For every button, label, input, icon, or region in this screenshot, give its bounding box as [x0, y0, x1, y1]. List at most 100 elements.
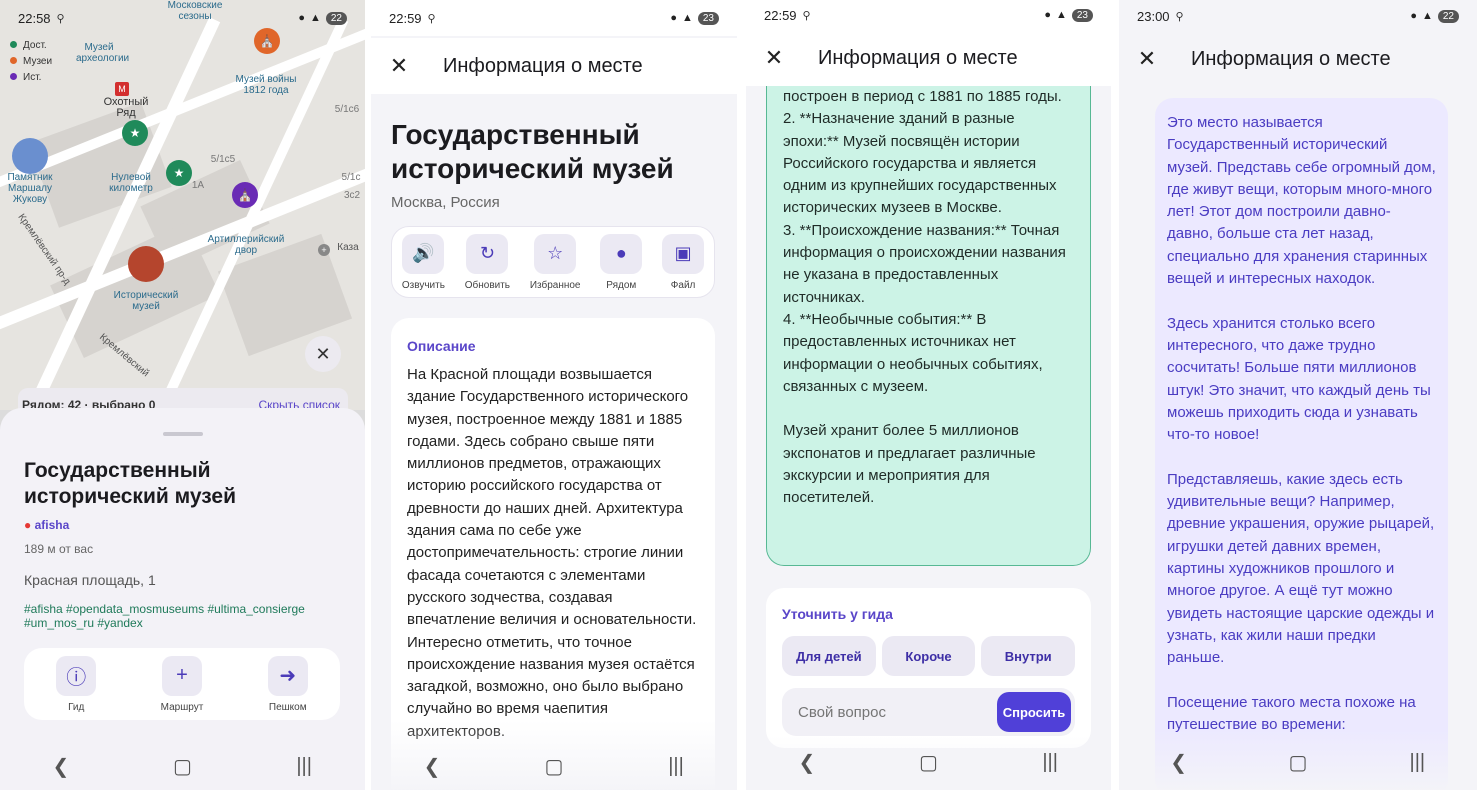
kids-answer-text: Это место называется Государственный ист…: [1167, 114, 1436, 734]
favorite-button[interactable]: ☆ Избранное: [529, 233, 581, 291]
question-input[interactable]: [798, 703, 997, 721]
refresh-button[interactable]: ↻ Обновить: [464, 233, 511, 291]
battery-level: 23: [1071, 8, 1093, 22]
search-icon: ⚲: [1175, 10, 1184, 23]
monument-photo-pin[interactable]: [12, 138, 48, 174]
status-bar: 23:00 ⚲ ● ▲ 22: [1119, 0, 1477, 32]
route-button[interactable]: + Маршрут: [160, 655, 204, 713]
home-icon[interactable]: ▢: [162, 754, 202, 779]
place-actions: ⓘ Гид + Маршрут ➜ Пешком: [24, 648, 340, 720]
inside-chip[interactable]: Внутри: [981, 636, 1076, 676]
guide-answer-screen: построен в период с 1881 по 1885 годы. 2…: [746, 0, 1111, 790]
shorter-chip[interactable]: Короче: [881, 636, 976, 676]
place-info-screen: 22:59 ⚲ ● ▲ 23 ✕ Информация о месте Госуда…: [371, 0, 737, 790]
back-icon[interactable]: ❮: [412, 754, 452, 779]
app-bar: ✕ Информация о месте: [371, 38, 737, 94]
status-time: 22:58: [18, 10, 51, 26]
status-icons: ● ▲ 23: [670, 11, 719, 25]
nearby-label: Рядом: [606, 279, 637, 291]
status-bar: 22:59 ⚲ ● ▲ 23: [371, 0, 737, 36]
walk-label: Пешком: [268, 701, 307, 713]
nearby-bar: Рядом: 42 · выбрано 0 Скрыть список: [18, 388, 348, 410]
status-icons: ● ▲ 23: [1044, 8, 1093, 22]
map-label-artillery-yard: Артиллерийский двор: [207, 234, 285, 256]
walk-button[interactable]: ➜ Пешком: [267, 655, 308, 713]
recents-icon[interactable]: |||: [656, 755, 696, 778]
home-icon[interactable]: ▢: [534, 754, 574, 779]
app-bar-title: Информация о месте: [443, 54, 643, 77]
favorite-label: Избранное: [529, 279, 581, 291]
status-time: 22:59: [389, 10, 422, 26]
landmark-pin-icon[interactable]: ★: [122, 120, 148, 146]
close-icon[interactable]: ✕: [371, 53, 427, 79]
nearby-button[interactable]: ● Рядом: [600, 233, 643, 291]
map-label-kaz: Каза: [337, 242, 359, 253]
back-icon[interactable]: ❮: [41, 754, 81, 779]
app-bar-title: Информация о месте: [818, 46, 1018, 69]
drag-handle[interactable]: [162, 432, 203, 436]
kids-answer-card: Это место называется Государственный ист…: [1155, 98, 1448, 790]
guide-button[interactable]: ⓘ Гид: [56, 655, 97, 713]
app-bar-title: Информация о месте: [1191, 47, 1391, 70]
info-icon: ⓘ: [56, 655, 97, 696]
recents-icon[interactable]: |||: [1030, 751, 1070, 774]
close-icon[interactable]: ✕: [305, 336, 341, 372]
system-nav-bar: ❮ ▢ |||: [1119, 738, 1477, 786]
legend-item: Ист.: [23, 72, 42, 83]
system-nav-bar: ❮ ▢ |||: [0, 742, 365, 790]
map-label-house-5: 3с2: [343, 190, 361, 201]
place-actions: 🔊 Озвучить ↻ Обновить ☆ Избранное ● Рядом ▣ Ф…: [391, 226, 715, 298]
ask-button[interactable]: Спросить: [997, 692, 1071, 732]
answer-card: построен в период с 1881 по 1885 годы. 2…: [766, 84, 1091, 566]
question-row: Спросить: [782, 688, 1075, 736]
map-label-okhotny-ryad: Охотный Ряд: [103, 96, 149, 119]
for-kids-chip[interactable]: Для детей: [782, 636, 876, 676]
place-title: Государственный исторический музей: [391, 119, 674, 184]
place-bottom-sheet: Государственный исторический музей ● afi…: [0, 408, 365, 748]
place-title: Государственный исторический музей: [24, 459, 237, 508]
search-icon: ⚲: [427, 12, 436, 25]
status-bar: 22:59 ⚲ ● ▲ 23: [746, 0, 1111, 30]
map-view[interactable]: Московские сезоны Музей археологии Охотн…: [0, 0, 365, 410]
status-time: 22:59: [764, 7, 797, 23]
speak-button[interactable]: 🔊 Озвучить: [402, 233, 445, 291]
file-label: Файл: [670, 279, 696, 291]
back-icon[interactable]: ❮: [787, 750, 827, 775]
ask-guide-card: Уточнить у гида Для детей Короче Внутри …: [766, 588, 1091, 748]
status-icons: ● ▲ 22: [298, 11, 347, 25]
search-icon: ⚲: [802, 9, 811, 22]
map-label-house-2: 5/1с5: [210, 154, 236, 165]
close-icon[interactable]: ✕: [1119, 46, 1175, 72]
refresh-label: Обновить: [464, 279, 511, 291]
home-icon[interactable]: ▢: [1278, 750, 1318, 775]
historical-museum-photo-pin[interactable]: [128, 246, 164, 282]
history-pin-icon[interactable]: ⛪: [232, 182, 258, 208]
pin-icon: ●: [24, 518, 32, 532]
landmark-pin-icon[interactable]: ★: [166, 160, 192, 186]
app-bar: ✕ Информация о месте: [746, 30, 1111, 86]
close-icon[interactable]: ✕: [746, 45, 802, 71]
guide-label: Гид: [68, 701, 85, 713]
distance: 189 м от вас: [24, 542, 94, 556]
status-time: 23:00: [1137, 8, 1170, 24]
recents-icon[interactable]: |||: [284, 755, 324, 778]
place-location: Москва, Россия: [391, 194, 500, 211]
map-label-house-3: 1А: [191, 180, 205, 191]
home-icon[interactable]: ▢: [908, 750, 948, 775]
system-nav-bar: ❮ ▢ |||: [371, 742, 737, 790]
save-icon: ▣: [662, 233, 705, 274]
answer-text: построен в период с 1881 по 1885 годы. 2…: [783, 88, 1066, 507]
refresh-icon: ↻: [466, 233, 509, 274]
source-name: afisha: [34, 518, 70, 532]
app-bar: ✕ Информация о месте: [1119, 32, 1477, 86]
map-label-marshal-zhukov: Памятник Маршалу Жукову: [7, 172, 53, 205]
tags: #afisha #opendata_mosmuseums #ultima_con…: [24, 602, 305, 630]
status-bar: 22:58 ⚲ ● ▲ 22: [0, 0, 365, 36]
recents-icon[interactable]: |||: [1397, 751, 1437, 774]
back-icon[interactable]: ❮: [1159, 750, 1199, 775]
file-button[interactable]: ▣ Файл: [662, 233, 705, 291]
description-text: На Красной площади возвышается здание Го…: [407, 366, 697, 740]
map-legend: Дост. Музеи Ист.: [10, 38, 52, 86]
route-label: Маршрут: [160, 701, 204, 713]
kids-answer-screen: Это место называется Государственный ист…: [1119, 0, 1477, 790]
